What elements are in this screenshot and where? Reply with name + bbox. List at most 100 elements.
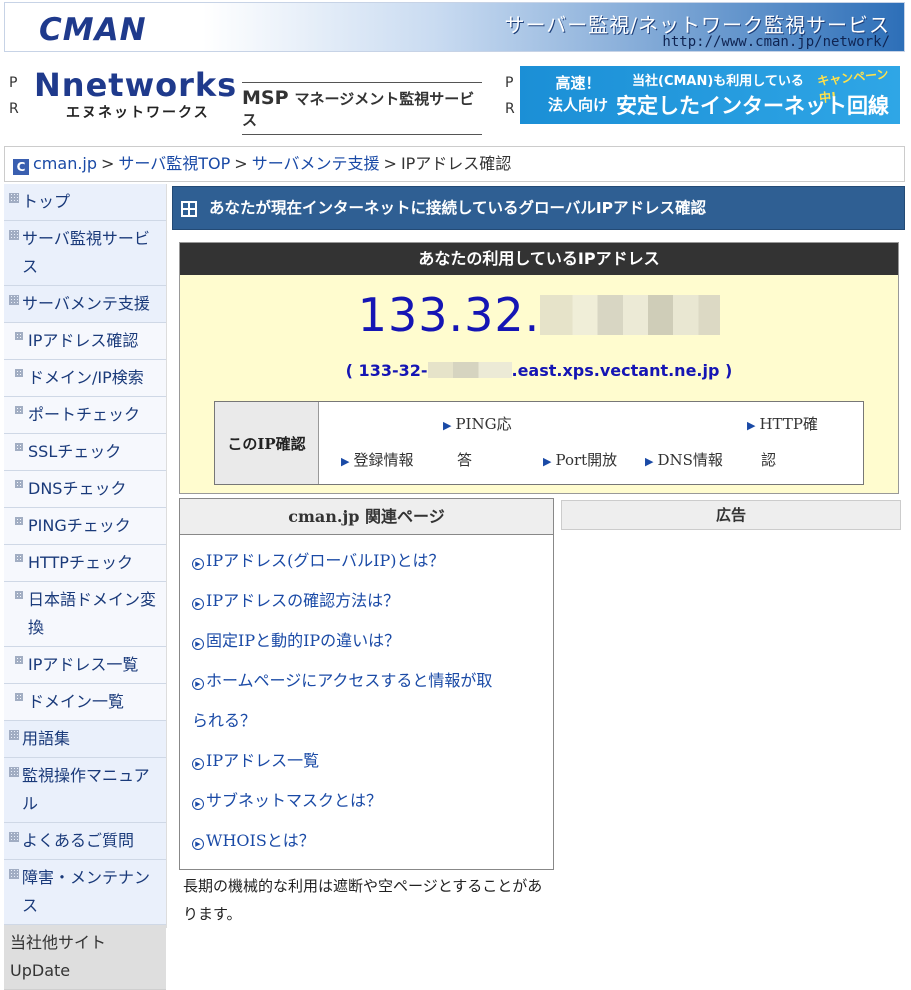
hostname: ( 133-32- .east.xps.vectant.ne.jp )	[180, 361, 898, 380]
breadcrumb-current: IPアドレス確認	[400, 154, 512, 173]
check-link-ping[interactable]: ▶ PING応	[443, 406, 512, 444]
sidebar-item[interactable]: ポートチェック	[4, 397, 166, 434]
sidebar-item[interactable]: IPアドレス確認	[4, 323, 166, 360]
nnetworks-ad[interactable]: Nnetworks エヌネットワークス MSP マネージメント監視サービス	[34, 66, 484, 135]
cman-logo[interactable]: CMAN	[39, 12, 147, 48]
check-link-whois[interactable]: ▶ 登録情報	[341, 442, 413, 480]
pr-letter: R	[505, 101, 515, 117]
circle-arrow-icon: ▶	[192, 838, 204, 850]
cman-favicon-icon: C	[13, 159, 29, 175]
nnetworks-sub: エヌネットワークス	[66, 105, 210, 121]
sidebar-item-label: ドメイン一覧	[28, 692, 125, 711]
related-link[interactable]: ▶ 固定IPと動的IPの違いは？	[192, 621, 553, 661]
sidebar: トップ サーバ監視サービスサーバメンテ支援 IPアドレス確認ドメイン/IP検索ポート…	[4, 184, 167, 990]
sidebar-item-label: よくあるご質問	[22, 831, 135, 850]
internet-banner-ad[interactable]: 高速！ 法人向け 当社(CMAN)も利用している キャンペーン中! 安定したインタ…	[520, 66, 900, 124]
breadcrumb-link[interactable]: cman.jp	[33, 154, 97, 173]
site-header: CMAN サーバー監視/ネットワーク監視サービス http://www.cman…	[4, 2, 905, 52]
page-title-text: あなたが現在インターネットに接続しているグローバルIPアドレス確認	[209, 199, 707, 217]
sidebar-item[interactable]: ドメイン一覧	[4, 684, 166, 721]
nnetworks-logo: Nnetworks	[34, 66, 238, 104]
sidebar-item-label: HTTPチェック	[28, 553, 133, 572]
check-link-label: Port開放	[555, 451, 618, 469]
check-label: このIP確認	[215, 402, 319, 484]
sidebar-item[interactable]: トップ	[4, 184, 166, 221]
triangle-icon: ▶	[747, 419, 756, 432]
grid-icon	[181, 201, 197, 217]
sidebar-item-label: 日本語ドメイン変換	[28, 590, 157, 637]
msp-label: MSP マネージメント監視サービス	[242, 82, 482, 135]
sidebar-item-label: ドメイン/IP検索	[28, 368, 144, 387]
grid-bullet-icon	[15, 656, 23, 664]
sidebar-item-label: SSLチェック	[28, 442, 122, 461]
pr-letter: P	[9, 75, 18, 91]
triangle-icon: ▶	[341, 455, 350, 468]
ip-redacted-mask	[540, 295, 721, 335]
grid-bullet-icon	[15, 591, 23, 599]
related-link[interactable]: られる？	[192, 701, 553, 741]
check-link-label: DNS情報	[657, 451, 723, 469]
pr-letter: P	[505, 75, 514, 91]
grid-bullet-icon	[15, 406, 23, 414]
sidebar-item[interactable]: よくあるご質問	[4, 823, 166, 860]
header-url[interactable]: http://www.cman.jp/network/	[662, 34, 890, 50]
sidebar-item[interactable]: IPアドレス一覧	[4, 647, 166, 684]
host-suffix: .east.xps.vectant.ne.jp )	[511, 361, 733, 380]
related-pages-box: cman.jp 関連ページ ▶ IPアドレス(グローバルIP)とは？ ▶ IPアドレス…	[179, 498, 554, 870]
sidebar-item[interactable]: 用語集	[4, 721, 166, 758]
related-link-label: IPアドレス(グローバルIP)とは？	[206, 551, 445, 570]
breadcrumb-link[interactable]: サーバメンテ支援	[252, 154, 380, 173]
related-link[interactable]: ▶ WHOISとは？	[192, 821, 553, 861]
related-link[interactable]: ▶ サブネットマスクとは？	[192, 781, 553, 821]
sidebar-item[interactable]: DNSチェック	[4, 471, 166, 508]
sidebar-item[interactable]: サーバメンテ支援	[4, 286, 166, 323]
sidebar-item-label: サーバメンテ支援	[22, 294, 150, 313]
sidebar-item[interactable]: 障害・メンテナンス	[4, 860, 166, 925]
related-list: ▶ IPアドレス(グローバルIP)とは？ ▶ IPアドレスの確認方法は？ ▶ 固定IPと動…	[180, 535, 553, 861]
banner-left-text: 高速！ 法人向け	[548, 72, 608, 116]
related-link-label: IPアドレスの確認方法は？	[206, 591, 400, 610]
breadcrumb-link[interactable]: サーバ監視TOP	[118, 154, 230, 173]
check-link-port[interactable]: ▶ Port開放	[543, 442, 617, 480]
sidebar-item[interactable]: ドメイン/IP検索	[4, 360, 166, 397]
grid-bullet-icon	[15, 443, 23, 451]
pr-label-right: P R	[505, 70, 515, 122]
grid-bullet-icon	[9, 832, 19, 842]
sidebar-item[interactable]: 監視操作マニュアル	[4, 758, 166, 823]
sidebar-update-heading: 当社他サイトUpDate	[4, 925, 166, 990]
circle-arrow-icon: ▶	[192, 758, 204, 770]
related-link[interactable]: ▶ IPアドレス(グローバルIP)とは？	[192, 541, 553, 581]
related-link[interactable]: ▶ IPアドレス一覧	[192, 741, 553, 781]
host-redacted-mask	[427, 362, 512, 378]
circle-arrow-icon: ▶	[192, 798, 204, 810]
check-link-ping-cont[interactable]: 答	[457, 442, 472, 478]
sidebar-item[interactable]: SSLチェック	[4, 434, 166, 471]
grid-bullet-icon	[15, 480, 23, 488]
related-link[interactable]: ▶ IPアドレスの確認方法は？	[192, 581, 553, 621]
sidebar-item[interactable]: 日本語ドメイン変換	[4, 582, 166, 647]
sidebar-item-label: IPアドレス一覧	[28, 655, 139, 674]
breadcrumb-separator: >	[101, 154, 115, 173]
grid-bullet-icon	[9, 869, 19, 879]
host-prefix: ( 133-32-	[345, 361, 428, 380]
check-link-label: HTTP確	[759, 415, 818, 433]
ad-heading: 広告	[561, 500, 901, 530]
related-link-label: WHOISとは？	[206, 831, 315, 850]
sidebar-item[interactable]: サーバ監視サービス	[4, 221, 166, 286]
sidebar-item[interactable]: HTTPチェック	[4, 545, 166, 582]
banner-line: 法人向け	[548, 96, 609, 114]
sidebar-item[interactable]: PINGチェック	[4, 508, 166, 545]
check-link-label: 登録情報	[353, 451, 414, 469]
breadcrumb: Ccman.jp > サーバ監視TOP > サーバメンテ支援 > IPアドレス確認	[4, 146, 905, 182]
pr-letter: R	[9, 101, 19, 117]
related-link[interactable]: ▶ ホームページにアクセスすると情報が取	[192, 661, 553, 701]
circle-arrow-icon: ▶	[192, 678, 204, 690]
check-link-http[interactable]: ▶ HTTP確	[747, 406, 818, 444]
breadcrumb-separator: >	[234, 154, 248, 173]
ip-address-value: 133.32.	[180, 288, 898, 342]
ip-check-table: このIP確認 ▶ 登録情報 ▶ PING応 答 ▶ Port開放 ▶ DNS情報 ▶ HT…	[214, 401, 864, 485]
check-link-http-cont[interactable]: 認	[761, 442, 776, 478]
triangle-icon: ▶	[443, 419, 452, 432]
related-link-label: 固定IPと動的IPの違いは？	[206, 631, 401, 650]
check-link-dns[interactable]: ▶ DNS情報	[645, 442, 723, 480]
